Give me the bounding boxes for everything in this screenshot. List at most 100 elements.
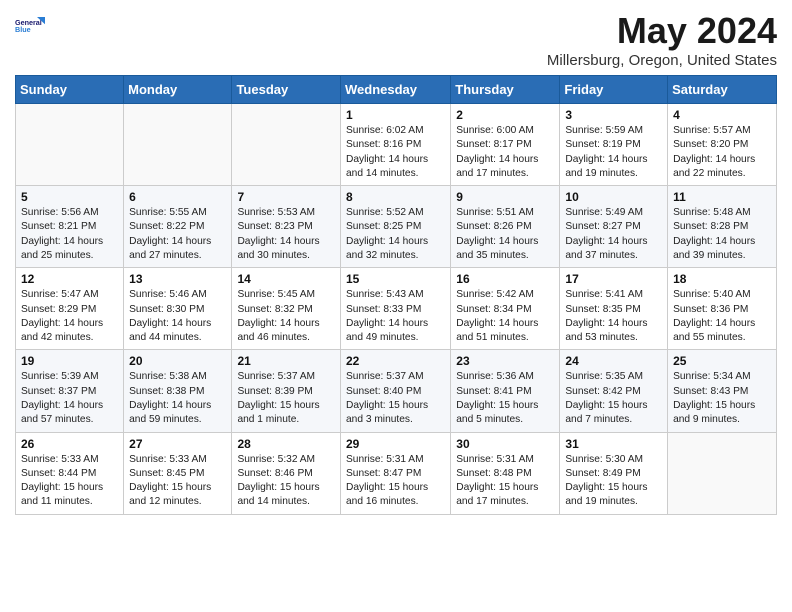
day-info: Sunrise: 5:36 AMSunset: 8:41 PMDaylight:…: [456, 370, 554, 427]
day-number: 16: [456, 272, 554, 286]
day-number: 8: [346, 190, 445, 204]
day-number: 1: [346, 108, 445, 122]
day-number: 15: [346, 272, 445, 286]
day-info: Sunrise: 5:47 AMSunset: 8:29 PMDaylight:…: [21, 288, 118, 345]
table-cell: 4 Sunrise: 5:57 AMSunset: 8:20 PMDaylight…: [668, 104, 777, 186]
calendar-page: GeneralBlue May 2024 Millersburg, Oregon…: [0, 0, 792, 530]
day-number: 17: [565, 272, 662, 286]
table-cell: 18Sunrise: 5:40 AMSunset: 8:36 PMDayligh…: [668, 268, 777, 350]
day-number: 3: [565, 108, 662, 122]
col-tuesday: Tuesday: [232, 76, 341, 104]
col-monday: Monday: [124, 76, 232, 104]
day-number: 30: [456, 437, 554, 451]
day-number: 4: [673, 108, 771, 122]
table-cell: 3 Sunrise: 5:59 AMSunset: 8:19 PMDaylight…: [560, 104, 668, 186]
table-cell: 30 Sunrise: 5:31 AMSunset: 8:48 PMDayligh…: [451, 432, 560, 514]
table-cell: [124, 104, 232, 186]
header: GeneralBlue May 2024 Millersburg, Oregon…: [15, 10, 777, 69]
table-cell: 27 Sunrise: 5:33 AMSunset: 8:45 PMDayligh…: [124, 432, 232, 514]
title-block: May 2024 Millersburg, Oregon, United Sta…: [547, 10, 777, 69]
day-info: Sunrise: 5:41 AMSunset: 8:35 PMDaylight:…: [565, 288, 662, 345]
table-cell: [668, 432, 777, 514]
day-number: 20: [129, 354, 226, 368]
day-number: 31: [565, 437, 662, 451]
day-info: Sunrise: 5:43 AMSunset: 8:33 PMDaylight:…: [346, 288, 445, 345]
table-cell: 20 Sunrise: 5:38 AMSunset: 8:38 PMDayligh…: [124, 350, 232, 432]
day-info: Sunrise: 6:00 AMSunset: 8:17 PMDaylight:…: [456, 124, 554, 181]
table-cell: 5 Sunrise: 5:56 AMSunset: 8:21 PMDaylight…: [16, 186, 124, 268]
day-number: 25: [673, 354, 771, 368]
month-title: May 2024: [547, 10, 777, 52]
day-info: Sunrise: 5:56 AMSunset: 8:21 PMDaylight:…: [21, 206, 118, 263]
day-number: 24: [565, 354, 662, 368]
day-number: 7: [237, 190, 335, 204]
day-number: 21: [237, 354, 335, 368]
day-number: 14: [237, 272, 335, 286]
table-cell: [232, 104, 341, 186]
day-number: 26: [21, 437, 118, 451]
table-cell: 28Sunrise: 5:32 AMSunset: 8:46 PMDayligh…: [232, 432, 341, 514]
day-info: Sunrise: 5:39 AMSunset: 8:37 PMDaylight:…: [21, 370, 118, 427]
day-info: Sunrise: 5:57 AMSunset: 8:20 PMDaylight:…: [673, 124, 771, 181]
table-cell: 7 Sunrise: 5:53 AMSunset: 8:23 PMDaylight…: [232, 186, 341, 268]
logo-icon: GeneralBlue: [15, 10, 47, 42]
col-friday: Friday: [560, 76, 668, 104]
table-cell: 24Sunrise: 5:35 AMSunset: 8:42 PMDayligh…: [560, 350, 668, 432]
week-row-1: 1 Sunrise: 6:02 AMSunset: 8:16 PMDaylight…: [16, 104, 777, 186]
day-info: Sunrise: 5:33 AMSunset: 8:44 PMDaylight:…: [21, 453, 118, 510]
week-row-3: 12 Sunrise: 5:47 AMSunset: 8:29 PMDayligh…: [16, 268, 777, 350]
day-info: Sunrise: 5:45 AMSunset: 8:32 PMDaylight:…: [237, 288, 335, 345]
table-cell: 13 Sunrise: 5:46 AMSunset: 8:30 PMDayligh…: [124, 268, 232, 350]
day-number: 22: [346, 354, 445, 368]
svg-text:Blue: Blue: [15, 25, 31, 34]
day-number: 9: [456, 190, 554, 204]
day-info: Sunrise: 5:42 AMSunset: 8:34 PMDaylight:…: [456, 288, 554, 345]
day-number: 5: [21, 190, 118, 204]
day-number: 10: [565, 190, 662, 204]
day-number: 6: [129, 190, 226, 204]
day-info: Sunrise: 5:31 AMSunset: 8:48 PMDaylight:…: [456, 453, 554, 510]
day-info: Sunrise: 5:31 AMSunset: 8:47 PMDaylight:…: [346, 453, 445, 510]
day-number: 28: [237, 437, 335, 451]
day-info: Sunrise: 5:59 AMSunset: 8:19 PMDaylight:…: [565, 124, 662, 181]
table-cell: 10Sunrise: 5:49 AMSunset: 8:27 PMDayligh…: [560, 186, 668, 268]
week-row-4: 19 Sunrise: 5:39 AMSunset: 8:37 PMDayligh…: [16, 350, 777, 432]
day-info: Sunrise: 6:02 AMSunset: 8:16 PMDaylight:…: [346, 124, 445, 181]
day-info: Sunrise: 5:30 AMSunset: 8:49 PMDaylight:…: [565, 453, 662, 510]
table-cell: 26 Sunrise: 5:33 AMSunset: 8:44 PMDayligh…: [16, 432, 124, 514]
day-info: Sunrise: 5:46 AMSunset: 8:30 PMDaylight:…: [129, 288, 226, 345]
day-info: Sunrise: 5:55 AMSunset: 8:22 PMDaylight:…: [129, 206, 226, 263]
day-number: 13: [129, 272, 226, 286]
table-cell: 22Sunrise: 5:37 AMSunset: 8:40 PMDayligh…: [341, 350, 451, 432]
table-cell: 12 Sunrise: 5:47 AMSunset: 8:29 PMDayligh…: [16, 268, 124, 350]
table-cell: 16 Sunrise: 5:42 AMSunset: 8:34 PMDayligh…: [451, 268, 560, 350]
table-cell: 6 Sunrise: 5:55 AMSunset: 8:22 PMDaylight…: [124, 186, 232, 268]
day-number: 19: [21, 354, 118, 368]
table-cell: 11Sunrise: 5:48 AMSunset: 8:28 PMDayligh…: [668, 186, 777, 268]
table-cell: 17 Sunrise: 5:41 AMSunset: 8:35 PMDayligh…: [560, 268, 668, 350]
table-cell: 8 Sunrise: 5:52 AMSunset: 8:25 PMDaylight…: [341, 186, 451, 268]
table-cell: 31 Sunrise: 5:30 AMSunset: 8:49 PMDayligh…: [560, 432, 668, 514]
calendar-table: Sunday Monday Tuesday Wednesday Thursday…: [15, 75, 777, 515]
week-row-2: 5 Sunrise: 5:56 AMSunset: 8:21 PMDaylight…: [16, 186, 777, 268]
week-row-5: 26 Sunrise: 5:33 AMSunset: 8:44 PMDayligh…: [16, 432, 777, 514]
day-number: 12: [21, 272, 118, 286]
table-cell: 15 Sunrise: 5:43 AMSunset: 8:33 PMDayligh…: [341, 268, 451, 350]
table-cell: 14 Sunrise: 5:45 AMSunset: 8:32 PMDayligh…: [232, 268, 341, 350]
location: Millersburg, Oregon, United States: [547, 52, 777, 69]
day-info: Sunrise: 5:38 AMSunset: 8:38 PMDaylight:…: [129, 370, 226, 427]
day-info: Sunrise: 5:52 AMSunset: 8:25 PMDaylight:…: [346, 206, 445, 263]
col-wednesday: Wednesday: [341, 76, 451, 104]
day-number: 29: [346, 437, 445, 451]
table-cell: 1 Sunrise: 6:02 AMSunset: 8:16 PMDaylight…: [341, 104, 451, 186]
day-info: Sunrise: 5:53 AMSunset: 8:23 PMDaylight:…: [237, 206, 335, 263]
day-info: Sunrise: 5:37 AMSunset: 8:39 PMDaylight:…: [237, 370, 335, 427]
table-cell: 21 Sunrise: 5:37 AMSunset: 8:39 PMDayligh…: [232, 350, 341, 432]
table-cell: [16, 104, 124, 186]
day-info: Sunrise: 5:33 AMSunset: 8:45 PMDaylight:…: [129, 453, 226, 510]
day-number: 27: [129, 437, 226, 451]
day-number: 18: [673, 272, 771, 286]
table-cell: 29 Sunrise: 5:31 AMSunset: 8:47 PMDayligh…: [341, 432, 451, 514]
table-cell: 9Sunrise: 5:51 AMSunset: 8:26 PMDaylight…: [451, 186, 560, 268]
col-thursday: Thursday: [451, 76, 560, 104]
